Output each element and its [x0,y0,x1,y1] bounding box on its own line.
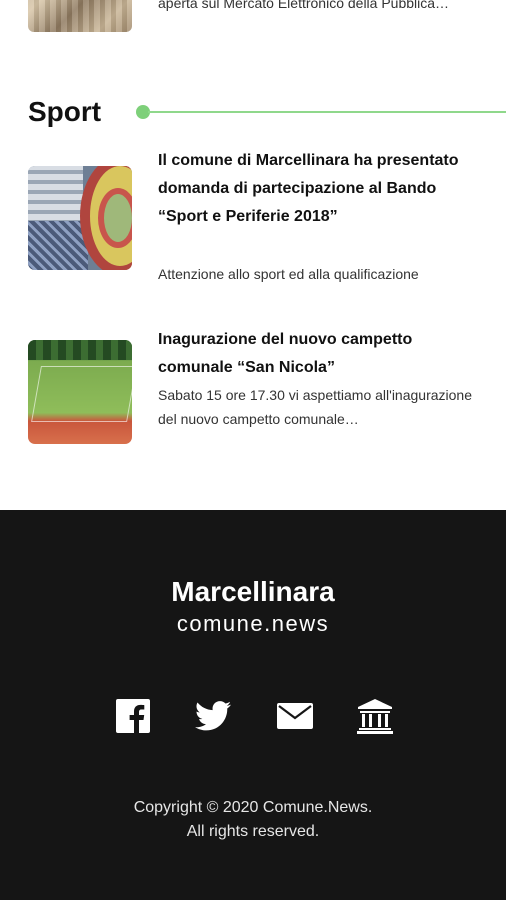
sport-section-header: Sport [28,92,506,132]
twitter-icon[interactable] [193,696,233,736]
facebook-icon[interactable] [113,696,153,736]
news-thumbnail[interactable] [28,166,132,270]
section-title: Sport [28,96,102,127]
mail-icon[interactable] [275,696,315,736]
footer-subbrand: comune.news [176,611,330,636]
previous-news-description: aperta sul Mercato Elettronico della Pub… [158,0,450,11]
copyright-line-1: Copyright © 2020 Comune.News. [133,799,373,816]
news-description: Attenzione allo sport ed alla qualificaz… [158,266,419,282]
copyright-line-2: All rights reserved. [186,823,320,840]
news-description: Sabato 15 ore 17.30 vi aspettiamo all'in… [158,387,472,427]
institution-icon[interactable] [355,696,395,736]
news-title[interactable]: Il comune di Marcellinara ha presentato … [158,147,478,231]
copyright: Copyright © 2020 Comune.News. All rights… [0,796,506,844]
news-title[interactable]: Inagurazione del nuovo campetto comunale… [158,326,478,382]
previous-news-item[interactable]: aperta sul Mercato Elettronico della Pub… [0,0,506,40]
social-links [113,696,395,736]
footer-brand[interactable]: Marcellinara [0,574,506,610]
previous-news-thumbnail[interactable] [28,0,132,32]
news-thumbnail[interactable] [28,340,132,444]
footer: Marcellinara comune.news Copyright © 202… [0,510,506,900]
section-divider [148,111,506,113]
